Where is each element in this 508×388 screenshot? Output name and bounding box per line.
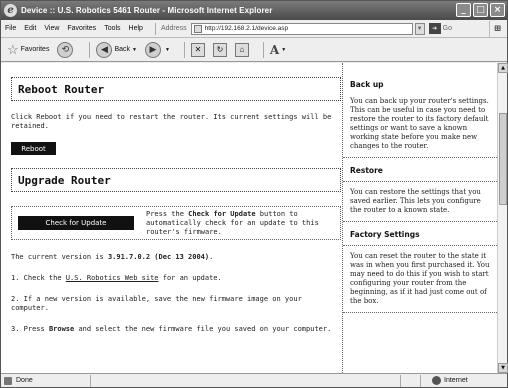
backup-heading: Back up	[350, 80, 384, 89]
font-size-button[interactable]: A ▼	[270, 43, 286, 57]
page-content: Reboot Router Click Reboot if you need t…	[1, 63, 497, 373]
menu-help[interactable]: Help	[129, 25, 143, 32]
browser-window: e Device :: U.S. Robotics 5461 Router - …	[0, 0, 508, 388]
back-dropdown-icon[interactable]: ▼	[132, 47, 137, 53]
menu-view[interactable]: View	[44, 25, 59, 32]
help-divider	[343, 312, 497, 313]
help-divider	[343, 245, 497, 246]
close-button[interactable]: ×	[490, 3, 505, 17]
go-arrow-icon: ➔	[428, 23, 441, 34]
address-input[interactable]: http://192.168.2.1/device.asp	[190, 22, 413, 35]
forward-button[interactable]: ▶ ▼	[144, 41, 170, 58]
favorites-label: Favorites	[20, 46, 50, 53]
step-2: 2. If a new version is available, save t…	[11, 295, 302, 312]
zone-cell: Internet	[421, 375, 468, 387]
check-update-description: Press the Check for Update button to aut…	[146, 209, 319, 236]
help-divider	[343, 221, 497, 222]
address-bar: Address http://192.168.2.1/device.asp ▼ …	[154, 22, 452, 35]
history-button[interactable]: ⟲	[57, 41, 75, 58]
windows-logo-icon: ⊞	[489, 21, 505, 37]
address-value: http://192.168.2.1/device.asp	[204, 25, 289, 32]
go-button[interactable]: ➔ Go	[428, 23, 452, 34]
stop-button[interactable]: ✕	[190, 42, 205, 57]
go-label: Go	[442, 25, 452, 32]
maximize-button[interactable]: □	[473, 3, 488, 17]
menu-file[interactable]: File	[5, 25, 16, 32]
help-divider	[343, 181, 497, 182]
factory-settings-heading: Factory Settings	[350, 230, 420, 239]
forward-dropdown-icon[interactable]: ▼	[165, 47, 170, 53]
menu-favorites[interactable]: Favorites	[67, 25, 96, 32]
status-lock-cell	[401, 374, 421, 387]
toolbar-divider	[183, 41, 185, 58]
status-text: Done	[16, 377, 33, 384]
version-value: 3.91.7.0.2 (Dec 13 2004)	[107, 253, 210, 261]
reboot-button[interactable]: Reboot	[11, 142, 56, 155]
favorites-button[interactable]: ☆ Favorites	[7, 42, 49, 58]
refresh-icon: ↻	[212, 42, 227, 57]
scroll-up-icon[interactable]: ▲	[498, 63, 508, 73]
upgrade-heading: Upgrade Router	[11, 168, 341, 192]
step-1: 1. Check the U.S. Robotics Web site for …	[11, 274, 222, 282]
window-title: Device :: U.S. Robotics 5461 Router - Mi…	[21, 6, 273, 15]
menu-edit[interactable]: Edit	[24, 25, 36, 32]
minimize-button[interactable]: _	[456, 3, 471, 17]
ie-logo-icon: e	[4, 4, 17, 17]
current-version: The current version is 3.91.7.0.2 (Dec 1…	[11, 253, 214, 261]
backup-description: You can back up your router's settings. …	[350, 97, 489, 150]
scroll-down-icon[interactable]: ▼	[498, 363, 508, 373]
title-bar: e Device :: U.S. Robotics 5461 Router - …	[1, 1, 507, 20]
status-bar: Done Internet	[1, 373, 507, 387]
back-button[interactable]: ◀ Back ▼	[96, 41, 137, 58]
star-icon: ☆	[7, 41, 19, 57]
menu-bar: File Edit View Favorites Tools Help Addr…	[1, 20, 507, 38]
history-icon: ⟲	[57, 41, 74, 58]
home-icon: ⌂	[234, 42, 249, 57]
toolbar: ☆ Favorites ⟲ ◀ Back ▼ ▶ ▼ ✕ ↻ ⌂ A ▼	[1, 38, 507, 62]
menu-tools[interactable]: Tools	[104, 25, 120, 32]
reboot-heading: Reboot Router	[11, 77, 341, 101]
status-progress-cell	[91, 374, 401, 387]
back-arrow-icon: ◀	[96, 41, 113, 58]
zone-label: Internet	[444, 377, 468, 384]
back-label: Back	[114, 46, 131, 53]
reboot-description: Click Reboot if you need to restart the …	[11, 113, 332, 130]
check-update-row: Check for Update Press the Check for Upd…	[11, 206, 341, 240]
vertical-scrollbar[interactable]: ▲ ▼	[497, 63, 508, 373]
step-3: 3. Press Browse and select the new firmw…	[11, 325, 332, 333]
refresh-button[interactable]: ↻	[212, 42, 227, 57]
page-status-icon	[4, 376, 12, 385]
help-panel: Back up You can back up your router's se…	[342, 63, 497, 373]
status-text-cell: Done	[1, 374, 91, 387]
check-for-update-button[interactable]: Check for Update	[18, 216, 134, 230]
usr-website-link[interactable]: U.S. Robotics Web site	[66, 274, 159, 282]
internet-globe-icon	[432, 376, 441, 385]
factory-settings-description: You can reset the router to the state it…	[350, 252, 490, 305]
font-size-dropdown-icon[interactable]: ▼	[281, 47, 286, 53]
font-size-icon: A	[269, 42, 280, 57]
help-divider	[343, 157, 497, 158]
page-icon	[193, 24, 202, 33]
restore-description: You can restore the settings that you sa…	[350, 188, 481, 214]
toolbar-divider	[89, 41, 91, 58]
stop-icon: ✕	[190, 42, 205, 57]
address-label: Address	[160, 25, 187, 32]
toolbar-divider	[262, 41, 264, 58]
restore-heading: Restore	[350, 166, 383, 175]
main-panel: Reboot Router Click Reboot if you need t…	[11, 63, 341, 334]
scroll-thumb[interactable]	[499, 113, 507, 205]
address-dropdown-icon[interactable]: ▼	[414, 22, 425, 35]
home-button[interactable]: ⌂	[234, 42, 249, 57]
forward-arrow-icon: ▶	[144, 41, 161, 58]
